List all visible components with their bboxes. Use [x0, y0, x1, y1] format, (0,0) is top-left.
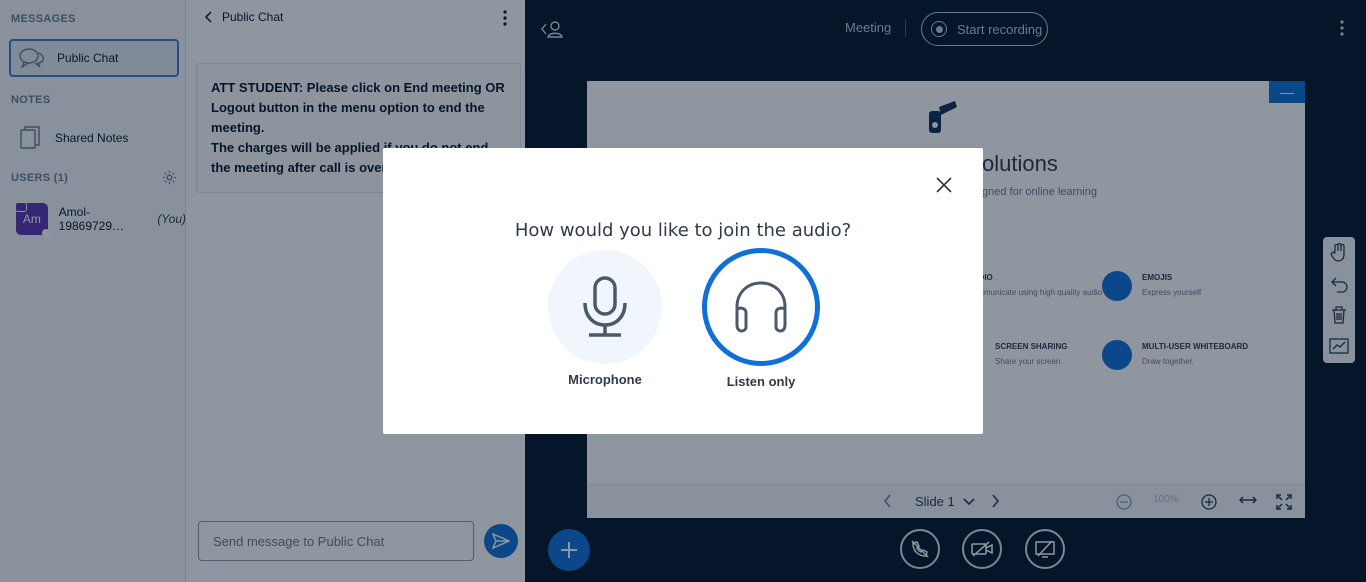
join-audio-modal: How would you like to join the audio? Mi… — [383, 148, 983, 434]
listen-only-circle[interactable] — [702, 248, 820, 366]
listen-only-label: Listen only — [726, 374, 796, 389]
headphones-icon — [735, 281, 787, 333]
close-icon[interactable] — [933, 174, 955, 196]
modal-title: How would you like to join the audio? — [514, 220, 852, 241]
microphone-icon — [583, 276, 627, 337]
microphone-option-button[interactable]: Microphone — [545, 250, 665, 387]
listen-only-option-button[interactable]: Listen only — [701, 248, 821, 389]
microphone-label: Microphone — [568, 372, 642, 387]
microphone-circle[interactable] — [548, 250, 662, 364]
